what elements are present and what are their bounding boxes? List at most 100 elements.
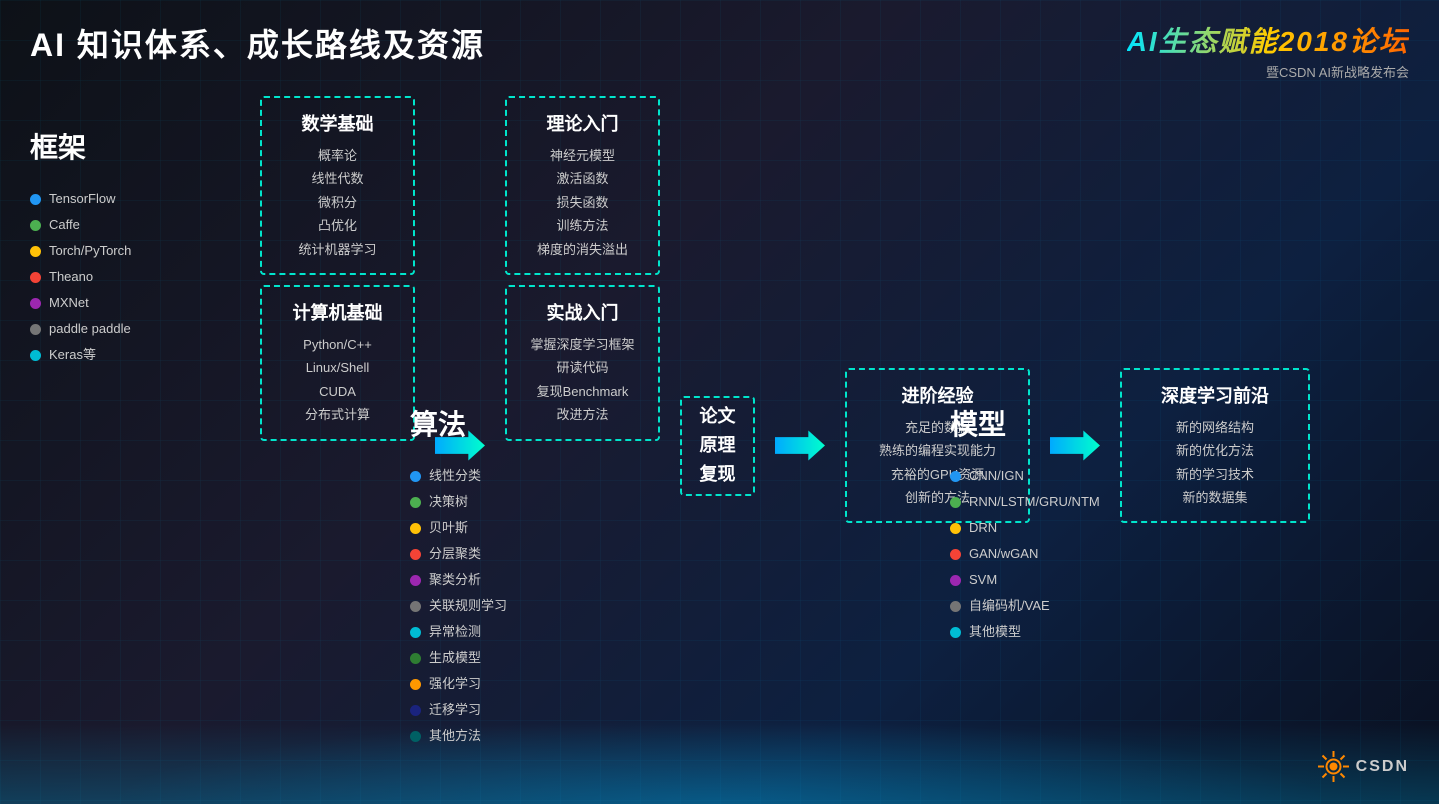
list-item: 其他方法 bbox=[410, 723, 840, 749]
bottom-sections: 算法 线性分类决策树贝叶斯分层聚类聚类分析关联规则学习异常检测生成模型强化学习迁… bbox=[30, 403, 1409, 749]
model-list: CNN/IGNRNN/LSTM/GRU/NTMDRNGAN/wGANSVM自编码… bbox=[950, 463, 1300, 645]
list-item-text: MXNet bbox=[49, 290, 89, 316]
dot-icon bbox=[950, 575, 961, 586]
box-item: 神经元模型 bbox=[523, 144, 642, 167]
math-items: 概率论线性代数微积分凸优化统计机器学习 bbox=[278, 144, 397, 261]
main-container: AI 知识体系、成长路线及资源 AI生态赋能2018论坛 暨CSDN AI新战略… bbox=[0, 0, 1439, 804]
box-item: Python/C++ bbox=[278, 333, 397, 356]
box-item: 凸优化 bbox=[278, 214, 397, 237]
list-item: 生成模型 bbox=[410, 645, 840, 671]
list-item-text: 生成模型 bbox=[429, 645, 481, 671]
list-item-text: 线性分类 bbox=[429, 463, 481, 489]
algorithm-list: 线性分类决策树贝叶斯分层聚类聚类分析关联规则学习异常检测生成模型强化学习迁移学习… bbox=[410, 463, 840, 749]
dot-icon bbox=[410, 523, 421, 534]
list-item-text: 聚类分析 bbox=[429, 567, 481, 593]
dot-icon bbox=[30, 298, 41, 309]
list-item-text: 其他模型 bbox=[969, 619, 1021, 645]
list-item-text: 决策树 bbox=[429, 489, 468, 515]
dot-icon bbox=[410, 731, 421, 742]
dot-icon bbox=[30, 350, 41, 361]
list-item: 线性分类 bbox=[410, 463, 840, 489]
computer-title: 计算机基础 bbox=[278, 299, 397, 325]
list-item: paddle paddle bbox=[30, 316, 240, 342]
framework-list: TensorFlowCaffeTorch/PyTorchTheanoMXNetp… bbox=[30, 186, 240, 368]
list-item-text: DRN bbox=[969, 515, 997, 541]
practice-title: 实战入门 bbox=[523, 299, 642, 325]
dot-icon bbox=[410, 549, 421, 560]
dot-icon bbox=[30, 194, 41, 205]
box-item: 研读代码 bbox=[523, 356, 642, 379]
list-item: 强化学习 bbox=[410, 671, 840, 697]
box-item: 损失函数 bbox=[523, 191, 642, 214]
list-item: Keras等 bbox=[30, 342, 240, 368]
model-label: 模型 bbox=[950, 403, 1300, 443]
spacer-left bbox=[30, 403, 240, 749]
list-item-text: 强化学习 bbox=[429, 671, 481, 697]
list-item: Torch/PyTorch bbox=[30, 238, 240, 264]
dot-icon bbox=[30, 220, 41, 231]
model-section: 模型 CNN/IGNRNN/LSTM/GRU/NTMDRNGAN/wGANSVM… bbox=[950, 403, 1300, 749]
list-item-text: 异常检测 bbox=[429, 619, 481, 645]
list-item-text: 关联规则学习 bbox=[429, 593, 507, 619]
logo-subtitle: 暨CSDN AI新战略发布会 bbox=[1266, 62, 1409, 81]
box-item: 线性代数 bbox=[278, 167, 397, 190]
list-item-text: Torch/PyTorch bbox=[49, 238, 131, 264]
framework-label: 框架 bbox=[30, 126, 240, 166]
box-item: CUDA bbox=[278, 380, 397, 403]
header: AI 知识体系、成长路线及资源 AI生态赋能2018论坛 暨CSDN AI新战略… bbox=[30, 20, 1409, 81]
list-item: 聚类分析 bbox=[410, 567, 840, 593]
list-item: 关联规则学习 bbox=[410, 593, 840, 619]
list-item: 贝叶斯 bbox=[410, 515, 840, 541]
dot-icon bbox=[950, 497, 961, 508]
dot-icon bbox=[410, 627, 421, 638]
list-item-text: 分层聚类 bbox=[429, 541, 481, 567]
list-item-text: paddle paddle bbox=[49, 316, 131, 342]
dot-icon bbox=[30, 324, 41, 335]
logo-title: AI生态赋能2018论坛 bbox=[1127, 20, 1409, 60]
algorithm-section: 算法 线性分类决策树贝叶斯分层聚类聚类分析关联规则学习异常检测生成模型强化学习迁… bbox=[410, 403, 840, 749]
theory-items: 神经元模型激活函数损失函数训练方法梯度的消失溢出 bbox=[523, 144, 642, 261]
list-item: TensorFlow bbox=[30, 186, 240, 212]
math-title: 数学基础 bbox=[278, 110, 397, 136]
list-item: 迁移学习 bbox=[410, 697, 840, 723]
algorithm-label: 算法 bbox=[410, 403, 840, 443]
list-item: SVM bbox=[950, 567, 1300, 593]
dot-icon bbox=[410, 705, 421, 716]
dot-icon bbox=[30, 246, 41, 257]
list-item-text: GAN/wGAN bbox=[969, 541, 1038, 567]
dot-icon bbox=[410, 497, 421, 508]
dot-icon bbox=[410, 575, 421, 586]
dot-icon bbox=[410, 679, 421, 690]
list-item: 自编码机/VAE bbox=[950, 593, 1300, 619]
box-item: 微积分 bbox=[278, 191, 397, 214]
list-item: DRN bbox=[950, 515, 1300, 541]
list-item-text: RNN/LSTM/GRU/NTM bbox=[969, 489, 1100, 515]
csdn-bottom-logo: CSDN bbox=[1316, 749, 1409, 784]
list-item: RNN/LSTM/GRU/NTM bbox=[950, 489, 1300, 515]
box-item: 复现Benchmark bbox=[523, 380, 642, 403]
list-item: 其他模型 bbox=[950, 619, 1300, 645]
list-item-text: CNN/IGN bbox=[969, 463, 1024, 489]
list-item-text: 贝叶斯 bbox=[429, 515, 468, 541]
dot-icon bbox=[30, 272, 41, 283]
box-item: 梯度的消失溢出 bbox=[523, 238, 642, 261]
dot-icon bbox=[410, 601, 421, 612]
list-item: CNN/IGN bbox=[950, 463, 1300, 489]
box-item: 训练方法 bbox=[523, 214, 642, 237]
csdn-gear-icon bbox=[1316, 749, 1351, 784]
dot-icon bbox=[950, 549, 961, 560]
dot-icon bbox=[410, 653, 421, 664]
box-item: 概率论 bbox=[278, 144, 397, 167]
list-item-text: 自编码机/VAE bbox=[969, 593, 1050, 619]
dot-icon bbox=[950, 601, 961, 612]
list-item: 决策树 bbox=[410, 489, 840, 515]
dot-icon bbox=[950, 523, 961, 534]
box-item: 掌握深度学习框架 bbox=[523, 333, 642, 356]
list-item: Caffe bbox=[30, 212, 240, 238]
box-item: Linux/Shell bbox=[278, 356, 397, 379]
list-item: 分层聚类 bbox=[410, 541, 840, 567]
list-item: MXNet bbox=[30, 290, 240, 316]
csdn-label: CSDN bbox=[1356, 758, 1409, 776]
list-item-text: 迁移学习 bbox=[429, 697, 481, 723]
dot-icon bbox=[410, 471, 421, 482]
